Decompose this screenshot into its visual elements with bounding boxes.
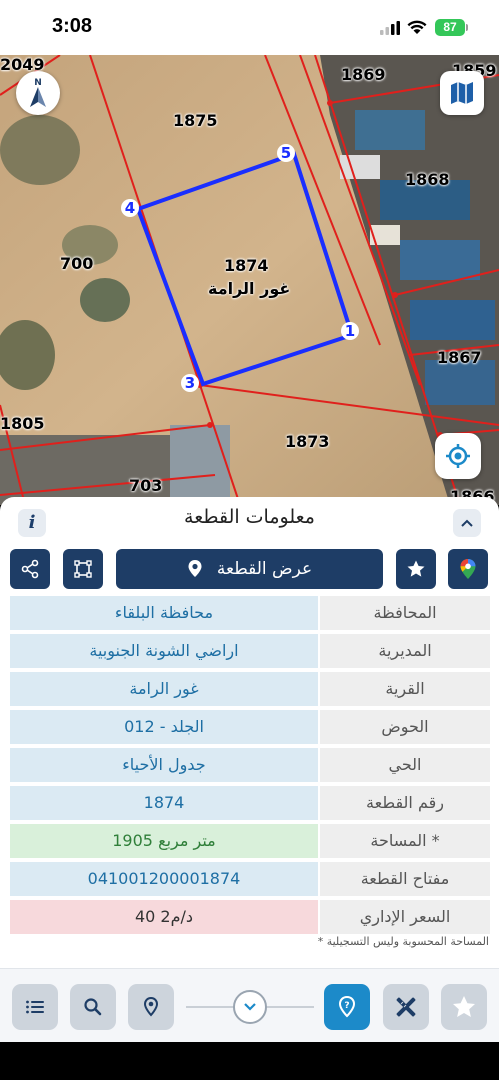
locate-icon — [446, 444, 470, 468]
detail-value: اراضي الشونة الجنوبية — [10, 634, 318, 668]
detail-label: المحافظة — [320, 596, 490, 630]
show-parcel-button[interactable]: عرض القطعة — [116, 549, 383, 589]
detail-row-governorate: محافظة البلقاء المحافظة — [10, 596, 490, 630]
detail-row-directorate: اراضي الشونة الجنوبية المديرية — [10, 634, 490, 668]
google-maps-button[interactable] — [448, 549, 488, 589]
parcel-label[interactable]: 1875 — [173, 111, 218, 130]
detail-row-area: 1905 متر مربع المساحة * — [10, 824, 490, 858]
parcel-label[interactable]: 1874 — [224, 256, 269, 275]
ruler-pencil-icon — [396, 997, 416, 1017]
chevron-up-icon — [461, 519, 473, 527]
panel-title: معلومات القطعة — [184, 506, 315, 528]
panel-slider-handle[interactable] — [233, 990, 267, 1024]
north-arrow-icon: N — [30, 78, 46, 107]
detail-value: 041001200001874 — [10, 862, 318, 896]
list-icon — [26, 1000, 44, 1014]
list-button[interactable] — [12, 984, 58, 1030]
map-view[interactable]: 2049 1869 1859 1875 1868 1874 غور الرامة… — [0, 55, 499, 505]
parcel-label[interactable]: 1873 — [285, 432, 330, 451]
battery-level: 87 — [443, 20, 457, 34]
chevron-down-icon — [244, 1003, 256, 1011]
parcel-label[interactable]: 700 — [60, 254, 93, 273]
draw-polygon-button[interactable] — [63, 549, 103, 589]
detail-label: الحي — [320, 748, 490, 782]
area-footnote: * المساحة المحسوبة وليس التسجيلية — [317, 935, 489, 948]
share-button[interactable] — [10, 549, 50, 589]
battery-indicator: 87 — [435, 19, 465, 36]
vertex-marker: 4 — [121, 199, 139, 217]
parcel-label[interactable]: 1867 — [437, 348, 482, 367]
collapse-button[interactable] — [453, 509, 481, 537]
location-info-button[interactable]: ? — [324, 984, 370, 1030]
star-icon — [407, 560, 425, 577]
google-maps-icon — [460, 559, 476, 579]
north-letter: N — [34, 78, 42, 88]
detail-row-admin-price: 40 د/م2 السعر الإداري — [10, 900, 490, 934]
status-time: 3:08 — [52, 15, 93, 37]
detail-row-parcel-number: 1874 رقم القطعة — [10, 786, 490, 820]
place-marker-button[interactable] — [128, 984, 174, 1030]
place-name-label: غور الرامة — [208, 279, 291, 298]
detail-value: محافظة البلقاء — [10, 596, 318, 630]
measure-tools-button[interactable] — [383, 984, 429, 1030]
parcel-label[interactable]: 703 — [129, 476, 162, 495]
favorites-button[interactable] — [441, 984, 487, 1030]
place-marker-icon — [143, 996, 159, 1017]
detail-value: 1874 — [10, 786, 318, 820]
parcel-info-panel: i معلومات القطعة عرض القطعة محافظة البلق… — [0, 497, 499, 1042]
search-icon — [84, 998, 102, 1016]
map-layers-button[interactable] — [440, 71, 484, 115]
detail-value: غور الرامة — [10, 672, 318, 706]
favorite-button[interactable] — [396, 549, 436, 589]
polygon-frame-icon — [74, 560, 92, 578]
locate-me-button[interactable] — [435, 433, 481, 479]
vertex-marker: 5 — [277, 144, 295, 162]
detail-row-village: غور الرامة القرية — [10, 672, 490, 706]
detail-label: القرية — [320, 672, 490, 706]
detail-row-neighborhood: جدول الأحياء الحي — [10, 748, 490, 782]
action-bar: عرض القطعة — [0, 549, 499, 589]
detail-value: الجلد - 012 — [10, 710, 318, 744]
detail-label: الحوض — [320, 710, 490, 744]
detail-label: المديرية — [320, 634, 490, 668]
parcel-details-table: محافظة البلقاء المحافظة اراضي الشونة الج… — [10, 596, 490, 938]
parcel-label[interactable]: 1869 — [341, 65, 386, 84]
bottom-toolbar: ? — [0, 968, 499, 1042]
detail-label: المساحة * — [320, 824, 490, 858]
star-icon — [453, 996, 475, 1017]
map-layers-icon — [451, 82, 473, 104]
detail-row-parcel-key: 041001200001874 مفتاح القطعة — [10, 862, 490, 896]
detail-value: جدول الأحياء — [10, 748, 318, 782]
location-pin-icon — [188, 560, 202, 577]
search-button[interactable] — [70, 984, 116, 1030]
wifi-icon — [407, 20, 427, 34]
detail-label: رقم القطعة — [320, 786, 490, 820]
north-arrow-button[interactable]: N — [16, 71, 60, 115]
show-parcel-label: عرض القطعة — [216, 559, 313, 579]
detail-row-basin: الجلد - 012 الحوض — [10, 710, 490, 744]
cellular-signal-icon — [380, 21, 400, 35]
detail-value: 1905 متر مربع — [10, 824, 318, 858]
share-icon — [21, 559, 39, 579]
detail-value: 40 د/م2 — [10, 900, 318, 934]
status-bar: 3:08 87 — [0, 0, 499, 55]
parcel-label[interactable]: 1805 — [0, 414, 45, 433]
detail-label: السعر الإداري — [320, 900, 490, 934]
detail-label: مفتاح القطعة — [320, 862, 490, 896]
battery-tip — [466, 24, 468, 31]
location-question-icon: ? — [338, 995, 356, 1018]
svg-text:?: ? — [344, 1001, 349, 1011]
home-indicator-area — [0, 1042, 499, 1080]
parcel-label[interactable]: 1868 — [405, 170, 450, 189]
vertex-marker: 3 — [181, 374, 199, 392]
vertex-marker: 1 — [341, 322, 359, 340]
